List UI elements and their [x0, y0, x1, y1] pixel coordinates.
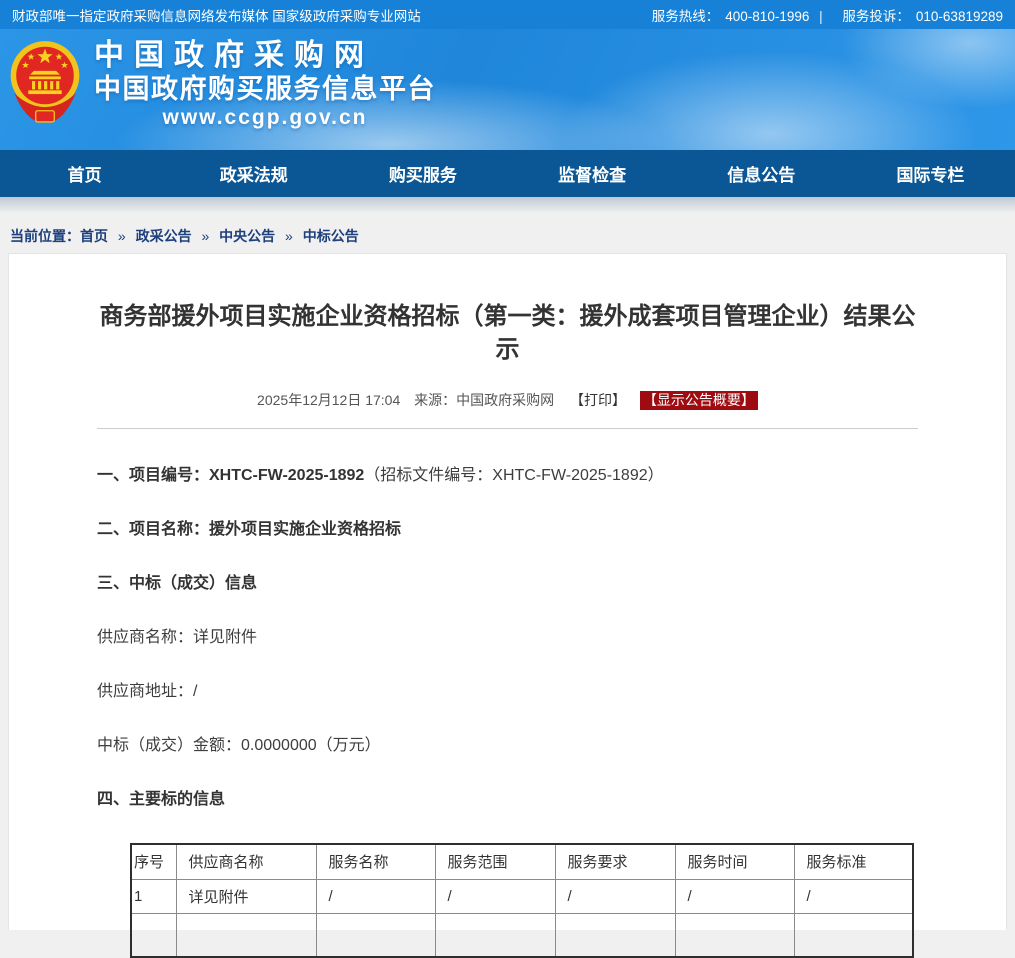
col-header-serial: 序号 [131, 844, 176, 879]
col-header-service-scope: 服务范围 [435, 844, 555, 879]
main-subject-heading: 四、主要标的信息 [97, 789, 918, 811]
nav-item-supervision[interactable]: 监督检查 [508, 150, 677, 197]
brand-text: 中国政府采购网 中国政府购买服务信息平台 www.ccgp.gov.cn [94, 38, 436, 131]
cell-serial: 1 [131, 879, 176, 913]
article-panel: 商务部援外项目实施企业资格招标（第一类：援外成套项目管理企业）结果公示 2025… [8, 253, 1007, 930]
nav-item-purchase-services[interactable]: 购买服务 [338, 150, 507, 197]
col-header-service-standard: 服务标准 [794, 844, 913, 879]
site-url: www.ccgp.gov.cn [94, 105, 436, 131]
publish-date: 2025年12月12日 17:04 [257, 392, 400, 408]
col-header-service-name: 服务名称 [316, 844, 435, 879]
award-amount-line: 中标（成交）金额：0.0000000（万元） [97, 735, 918, 757]
breadcrumb-label: 当前位置： [10, 228, 80, 244]
nav-shadow-gradient [0, 197, 1015, 213]
cell-supplier-name: 详见附件 [176, 879, 316, 913]
table-header-row: 序号 供应商名称 服务名称 服务范围 服务要求 服务时间 服务标准 [131, 844, 913, 879]
service-contacts: 服务热线： 400-810-1996 | 服务投诉： 010-63819289 [646, 5, 1003, 25]
breadcrumb-item-procurement-announcements[interactable]: 政采公告 [136, 228, 192, 244]
cell-service-name [316, 913, 435, 957]
complaint-label: 服务投诉： [842, 9, 910, 24]
col-header-service-time: 服务时间 [675, 844, 794, 879]
breadcrumb-separator: » [118, 228, 126, 244]
source-name: 中国政府采购网 [456, 392, 554, 408]
breadcrumb-item-central-announcements[interactable]: 中央公告 [219, 228, 275, 244]
col-header-supplier-name: 供应商名称 [176, 844, 316, 879]
table-row [131, 913, 913, 957]
hotline-number: 400-810-1996 [725, 9, 809, 24]
col-header-service-requirements: 服务要求 [555, 844, 675, 879]
table-row: 1 详见附件 / / / / / [131, 879, 913, 913]
award-info-heading: 三、中标（成交）信息 [97, 573, 918, 595]
project-number-line: 一、项目编号：XHTC-FW-2025-1892（招标文件编号：XHTC-FW-… [97, 465, 918, 487]
cell-service-name: / [316, 879, 435, 913]
supplier-address-line: 供应商地址：/ [97, 681, 918, 703]
main-subject-table: 序号 供应商名称 服务名称 服务范围 服务要求 服务时间 服务标准 1 详见附件… [130, 843, 914, 958]
project-name-line: 二、项目名称：援外项目实施企业资格招标 [97, 519, 918, 541]
cell-service-requirements [555, 913, 675, 957]
nav-item-announcements[interactable]: 信息公告 [677, 150, 846, 197]
show-summary-button[interactable]: 【显示公告概要】 [640, 391, 758, 410]
page-title: 商务部援外项目实施企业资格招标（第一类：援外成套项目管理企业）结果公示 [97, 254, 918, 366]
cell-service-time [675, 913, 794, 957]
meta-divider [97, 428, 918, 429]
site-title: 中国政府采购网 [94, 38, 436, 74]
source-label: 来源： [414, 392, 456, 408]
breadcrumb-item-home[interactable]: 首页 [80, 228, 108, 244]
cell-service-standard [794, 913, 913, 957]
cell-service-requirements: / [555, 879, 675, 913]
supplier-name-line: 供应商名称：详见附件 [97, 627, 918, 649]
cell-service-time: / [675, 879, 794, 913]
nav-item-regulations[interactable]: 政采法规 [169, 150, 338, 197]
site-slogan: 财政部唯一指定政府采购信息网络发布媒体 国家级政府采购专业网站 [12, 5, 421, 25]
cell-service-scope: / [435, 879, 555, 913]
hotline-label: 服务热线： [652, 9, 720, 24]
main-nav: 首页 政采法规 购买服务 监督检查 信息公告 国际专栏 [0, 150, 1015, 197]
article-body: 一、项目编号：XHTC-FW-2025-1892（招标文件编号：XHTC-FW-… [97, 465, 918, 811]
site-subtitle: 中国政府购买服务信息平台 [94, 74, 436, 105]
print-button[interactable]: 【打印】 [570, 392, 626, 408]
breadcrumb: 当前位置：首页 » 政采公告 » 中央公告 » 中标公告 [0, 213, 1015, 253]
contact-divider: | [819, 9, 823, 24]
site-logo-link[interactable]: 中国政府采购网 中国政府购买服务信息平台 www.ccgp.gov.cn [0, 29, 1015, 133]
cell-service-standard: / [794, 879, 913, 913]
breadcrumb-separator: » [285, 228, 293, 244]
complaint-number: 010-63819289 [916, 9, 1003, 24]
breadcrumb-separator: » [201, 228, 209, 244]
cell-service-scope [435, 913, 555, 957]
cell-serial [131, 913, 176, 957]
nav-item-home[interactable]: 首页 [0, 150, 169, 197]
cell-supplier-name [176, 913, 316, 957]
national-emblem-logo [6, 36, 84, 133]
top-utility-bar: 财政部唯一指定政府采购信息网络发布媒体 国家级政府采购专业网站 服务热线： 400… [0, 0, 1015, 29]
breadcrumb-item-award-announcements[interactable]: 中标公告 [303, 228, 359, 244]
site-header: 中国政府采购网 中国政府购买服务信息平台 www.ccgp.gov.cn [0, 29, 1015, 150]
nav-item-international[interactable]: 国际专栏 [846, 150, 1015, 197]
article-meta: 2025年12月12日 17:04 来源：中国政府采购网 【打印】 【显示公告概… [97, 390, 918, 410]
